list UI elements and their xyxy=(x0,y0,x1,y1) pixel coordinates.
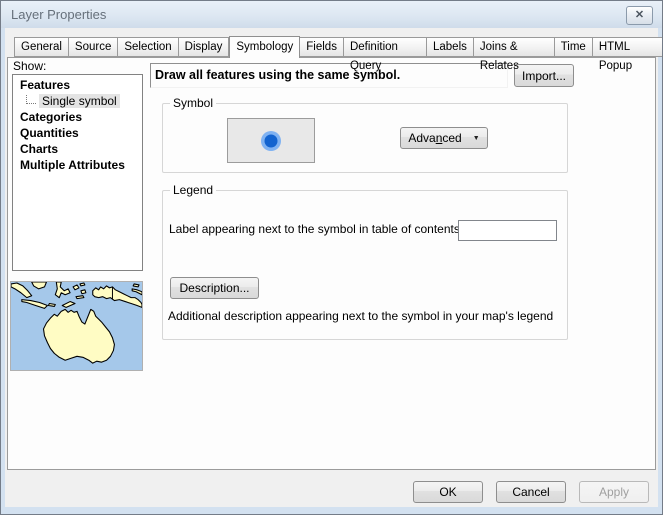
advanced-label: Advanced xyxy=(408,131,461,145)
listbox-item-categories[interactable]: Categories xyxy=(13,109,142,125)
map-preview xyxy=(10,281,143,371)
selected-item-label: Single symbol xyxy=(39,94,120,108)
close-button[interactable]: ✕ xyxy=(626,6,653,25)
tab-bar: General Source Selection Display Symbolo… xyxy=(14,36,663,58)
legend-label-caption: Label appearing next to the symbol in ta… xyxy=(169,222,463,236)
tab-definition-query[interactable]: Definition Query xyxy=(344,37,427,57)
import-button[interactable]: Import... xyxy=(514,64,574,87)
tab-display[interactable]: Display xyxy=(179,37,230,57)
apply-button: Apply xyxy=(579,481,649,503)
tab-general[interactable]: General xyxy=(14,37,69,57)
listbox-item-charts[interactable]: Charts xyxy=(13,141,142,157)
listbox-item-quantities[interactable]: Quantities xyxy=(13,125,142,141)
map-preview-image xyxy=(11,282,142,370)
renderer-description: Draw all features using the same symbol. xyxy=(150,63,508,88)
tab-source[interactable]: Source xyxy=(69,37,118,57)
tree-connector-icon xyxy=(26,95,36,104)
legend-group-label: Legend xyxy=(170,184,216,196)
listbox-item-single-symbol[interactable]: Single symbol xyxy=(13,93,142,109)
point-symbol-icon xyxy=(259,129,283,153)
advanced-dropdown-button[interactable]: Advanced ▼ xyxy=(400,127,488,149)
symbol-groupbox xyxy=(162,103,568,173)
tab-html-popup[interactable]: HTML Popup xyxy=(593,37,663,57)
window-title: Layer Properties xyxy=(11,7,106,22)
tab-selection[interactable]: Selection xyxy=(118,37,178,57)
tab-time[interactable]: Time xyxy=(555,37,593,57)
listbox-item-multiple-attributes[interactable]: Multiple Attributes xyxy=(13,157,142,173)
tab-joins-relates[interactable]: Joins & Relates xyxy=(474,37,555,57)
cancel-button[interactable]: Cancel xyxy=(496,481,566,503)
legend-label-input[interactable] xyxy=(458,220,557,241)
symbol-group-label: Symbol xyxy=(170,97,216,109)
show-label: Show: xyxy=(13,59,46,73)
listbox-item-features[interactable]: Features xyxy=(13,77,142,93)
tab-fields[interactable]: Fields xyxy=(300,37,344,57)
ok-button[interactable]: OK xyxy=(413,481,483,503)
layer-properties-dialog: Layer Properties ✕ General Source Select… xyxy=(0,0,663,515)
title-bar[interactable]: Layer Properties ✕ xyxy=(1,1,662,28)
tab-labels[interactable]: Labels xyxy=(427,37,474,57)
description-button[interactable]: Description... xyxy=(170,277,259,299)
symbol-preview-button[interactable] xyxy=(227,118,315,163)
close-icon: ✕ xyxy=(635,10,644,21)
chevron-down-icon: ▼ xyxy=(473,135,480,142)
additional-description-caption: Additional description appearing next to… xyxy=(168,309,553,323)
renderer-listbox: Features Single symbol Categories Quanti… xyxy=(12,74,143,271)
tab-symbology[interactable]: Symbology xyxy=(229,36,300,58)
